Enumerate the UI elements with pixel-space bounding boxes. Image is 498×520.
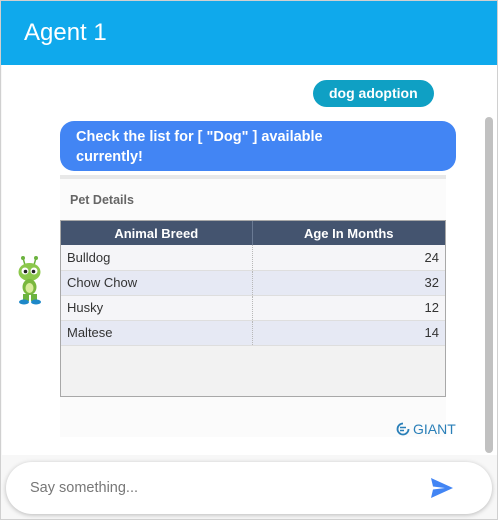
bot-message-bubble: Check the list for [ "Dog" ] available c…	[60, 121, 456, 171]
age-cell: 12	[252, 295, 445, 321]
chat-header: Agent 1	[1, 1, 497, 65]
pet-table-container: Animal Breed Age In Months Bulldog 24 Ch…	[60, 220, 446, 397]
column-header-age[interactable]: Age In Months	[252, 221, 445, 245]
pet-details-card: Pet Details Animal Breed Age In Months B…	[60, 175, 446, 437]
table-row[interactable]: Bulldog 24	[61, 245, 445, 271]
agent-title: Agent 1	[24, 19, 107, 46]
message-list: dog adoption Check the list for [ "Dog" …	[2, 65, 497, 455]
breed-cell: Bulldog	[61, 245, 253, 271]
send-icon[interactable]	[429, 476, 455, 500]
chat-scrollbar[interactable]	[485, 117, 493, 453]
age-cell: 32	[252, 270, 445, 296]
age-cell: 14	[252, 320, 445, 346]
breed-cell: Maltese	[61, 320, 253, 346]
user-message-chip[interactable]: dog adoption	[313, 80, 434, 107]
table-row[interactable]: Husky 12	[61, 295, 445, 321]
bot-message-text: Check the list for [ "Dog" ] available c…	[76, 129, 323, 165]
table-row[interactable]: Maltese 14	[61, 320, 445, 346]
breed-cell: Chow Chow	[61, 270, 253, 296]
card-title: Pet Details	[70, 193, 134, 207]
message-composer	[6, 462, 492, 514]
table-header-row: Animal Breed Age In Months	[61, 221, 445, 245]
age-cell: 24	[252, 245, 445, 271]
breed-cell: Husky	[61, 295, 253, 321]
column-header-breed[interactable]: Animal Breed	[61, 221, 253, 245]
bot-avatar-icon	[18, 256, 41, 305]
table-row[interactable]: Chow Chow 32	[61, 270, 445, 296]
chat-window: Agent 1 dog adoption Check the list for …	[0, 0, 498, 520]
giant-logo-icon	[396, 422, 410, 436]
giant-branding-link[interactable]: GIANT	[396, 421, 456, 437]
branding-label: GIANT	[413, 421, 456, 437]
message-input[interactable]	[30, 477, 410, 499]
pet-table: Animal Breed Age In Months Bulldog 24 Ch…	[61, 221, 445, 346]
